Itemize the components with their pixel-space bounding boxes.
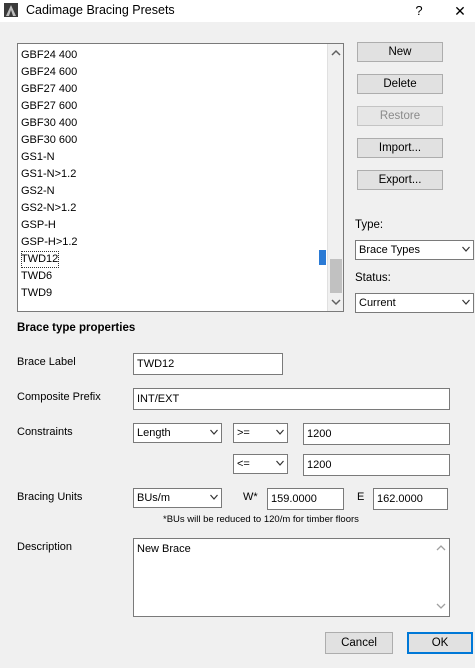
composite-prefix-field[interactable]: INT/EXT (133, 388, 450, 410)
type-label: Type: (355, 219, 384, 231)
bracing-units-value: BUs/m (137, 492, 170, 504)
constraint-field-value: Length (137, 427, 171, 439)
close-button[interactable]: ✕ (450, 1, 470, 21)
constraint2-operator-select[interactable]: <= (233, 454, 288, 474)
constraint1-operator-value: >= (237, 427, 250, 439)
list-item[interactable]: GS1-N>1.2 (21, 166, 76, 183)
delete-button[interactable]: Delete (357, 74, 443, 94)
constraint2-operator-value: <= (237, 458, 250, 470)
scroll-up-icon[interactable] (328, 46, 344, 60)
chevron-down-icon (462, 246, 470, 252)
list-item[interactable]: TWD6 (21, 268, 52, 285)
w-label: W* (243, 491, 258, 503)
description-text: New Brace (137, 543, 191, 555)
scroll-up-icon[interactable] (434, 542, 448, 554)
chevron-down-icon (276, 429, 284, 435)
type-select[interactable]: Brace Types (355, 240, 474, 260)
composite-prefix-label: Composite Prefix (17, 391, 101, 403)
constraints-label: Constraints (17, 426, 73, 438)
list-item[interactable]: GS2-N (21, 183, 55, 200)
e-label: E (357, 491, 365, 503)
scroll-down-icon[interactable] (328, 295, 344, 309)
list-item[interactable]: GBF24 600 (21, 64, 77, 81)
constraint1-operator-select[interactable]: >= (233, 423, 288, 443)
properties-heading: Brace type properties (17, 322, 136, 334)
chevron-down-icon (210, 429, 218, 435)
list-scrollbar[interactable] (327, 44, 344, 311)
window-title: Cadimage Bracing Presets (26, 3, 175, 17)
restore-button[interactable]: Restore (357, 106, 443, 126)
chevron-down-icon (462, 299, 470, 305)
selection-marker (319, 250, 326, 265)
status-select-value: Current (359, 297, 396, 309)
ok-button[interactable]: OK (407, 632, 473, 654)
list-item[interactable]: GBF24 400 (21, 47, 77, 64)
brace-label-label: Brace Label (17, 356, 76, 368)
description-scrollbar[interactable] (433, 539, 449, 616)
scroll-thumb[interactable] (330, 259, 342, 293)
presets-list[interactable]: GBF24 400 GBF24 600 GBF27 400 GBF27 600 GBF3… (17, 43, 344, 312)
description-field[interactable]: New Brace (133, 538, 450, 617)
list-item[interactable]: GBF27 600 (21, 98, 77, 115)
list-item[interactable]: GBF30 400 (21, 115, 77, 132)
w-value-field[interactable]: 159.0000 (267, 488, 344, 510)
import-button[interactable]: Import... (357, 138, 443, 158)
bracing-units-select[interactable]: BUs/m (133, 488, 222, 508)
list-item[interactable]: GSP-H (21, 217, 56, 234)
cancel-button[interactable]: Cancel (325, 632, 393, 654)
chevron-down-icon (210, 494, 218, 500)
list-item[interactable]: GSP-H>1.2 (21, 234, 78, 251)
title-bar: Cadimage Bracing Presets ? ✕ (0, 0, 475, 22)
bracing-units-label: Bracing Units (17, 491, 83, 503)
chevron-down-icon (276, 460, 284, 466)
list-item[interactable]: GS2-N>1.2 (21, 200, 76, 217)
brace-label-field[interactable]: TWD12 (133, 353, 283, 375)
constraint2-value-field[interactable]: 1200 (303, 454, 450, 476)
list-item[interactable]: TWD9 (21, 285, 52, 302)
list-item[interactable]: GS1-N (21, 149, 55, 166)
status-select[interactable]: Current (355, 293, 474, 313)
list-item[interactable]: GBF27 400 (21, 81, 77, 98)
description-label: Description (17, 541, 73, 553)
type-select-value: Brace Types (359, 244, 420, 256)
app-icon (4, 3, 18, 17)
constraint-field-select[interactable]: Length (133, 423, 222, 443)
help-button[interactable]: ? (410, 1, 428, 21)
scroll-down-icon[interactable] (434, 600, 448, 612)
constraint1-value-field[interactable]: 1200 (303, 423, 450, 445)
status-label: Status: (355, 272, 391, 284)
list-item[interactable]: GBF30 600 (21, 132, 77, 149)
export-button[interactable]: Export... (357, 170, 443, 190)
new-button[interactable]: New (357, 42, 443, 62)
e-value-field[interactable]: 162.0000 (373, 488, 448, 510)
bracing-units-note: *BUs will be reduced to 120/m for timber… (163, 514, 359, 525)
list-item[interactable]: TWD12 (21, 251, 60, 268)
